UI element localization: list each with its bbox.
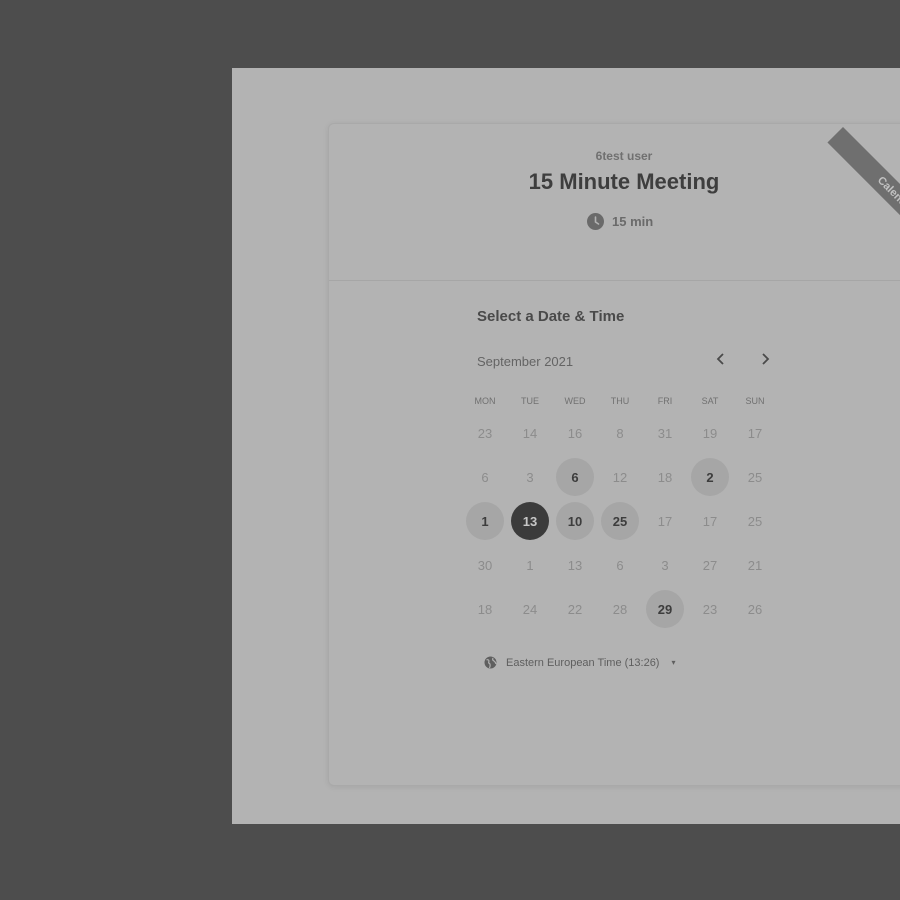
- calendar-day: 18: [657, 469, 673, 485]
- calendar-day: 17: [657, 513, 673, 529]
- calendar-day: 19: [702, 425, 718, 441]
- calendar-day: 31: [657, 425, 673, 441]
- calendar-day: 17: [702, 513, 718, 529]
- event-title: 15 Minute Meeting: [528, 169, 720, 194]
- timezone-selector[interactable]: Eastern European Time (13:26) ▾: [484, 656, 676, 669]
- timezone-label: Eastern European Time (13:26): [506, 656, 660, 669]
- event-duration: 15 min: [587, 213, 653, 230]
- chevron-left-icon: [716, 352, 726, 370]
- clock-icon: [587, 213, 604, 230]
- calendar-day: 21: [747, 557, 763, 573]
- duration-label: 15 min: [612, 214, 654, 229]
- calendar-day: 23: [702, 601, 718, 617]
- calendar-day-available[interactable]: 1: [466, 502, 504, 540]
- weekday-fri: FRI: [657, 396, 673, 406]
- calendar-day: 25: [747, 469, 763, 485]
- calendar-day: 3: [526, 469, 534, 485]
- weekday-thu: THU: [610, 396, 630, 406]
- calendar-day: 13: [567, 557, 583, 573]
- select-date-heading: Select a Date & Time: [477, 308, 625, 325]
- calendar-day-available[interactable]: 25: [601, 502, 639, 540]
- event-header: 6test user 15 Minute Meeting 15 min Cale…: [329, 124, 900, 281]
- next-month-button[interactable]: [755, 351, 775, 371]
- weekday-sun: SUN: [745, 396, 765, 406]
- caret-down-icon: ▾: [671, 658, 676, 667]
- previous-month-button[interactable]: [711, 351, 731, 371]
- organizer-name: 6test user: [595, 149, 653, 163]
- calendar-day: 14: [522, 425, 538, 441]
- calendar-day-available[interactable]: 6: [556, 458, 594, 496]
- calendar-day: 16: [567, 425, 583, 441]
- calendar-day: 28: [612, 601, 628, 617]
- calendar-day: 23: [477, 425, 493, 441]
- calendar-day: 8: [616, 425, 624, 441]
- weekday-wed: WED: [564, 396, 586, 406]
- calendar-day: 26: [747, 601, 763, 617]
- calendar-day: 25: [747, 513, 763, 529]
- weekday-sat: SAT: [701, 396, 719, 406]
- calendar-day-available[interactable]: 10: [556, 502, 594, 540]
- calendar-day: 22: [567, 601, 583, 617]
- calendar-day: 1: [526, 557, 534, 573]
- calendar-day-available[interactable]: 29: [646, 590, 684, 628]
- calendar-day: 30: [477, 557, 493, 573]
- calendar-day: 6: [481, 469, 489, 485]
- globe-icon: [484, 656, 497, 669]
- weekday-mon: MON: [474, 396, 496, 406]
- calendar-day: 18: [477, 601, 493, 617]
- calendar-day: 6: [616, 557, 624, 573]
- booking-card: 6test user 15 Minute Meeting 15 min Cale…: [328, 123, 900, 786]
- scheduling-panel: 6test user 15 Minute Meeting 15 min Cale…: [232, 68, 900, 824]
- calendar-day-selected[interactable]: 13: [511, 502, 549, 540]
- chevron-right-icon: [760, 352, 770, 370]
- month-label: September 2021: [477, 354, 574, 369]
- calendar-day-available[interactable]: 2: [691, 458, 729, 496]
- calendar-day: 12: [612, 469, 628, 485]
- calendar-day: 27: [702, 557, 718, 573]
- calendar-day: 24: [522, 601, 538, 617]
- weekday-tue: TUE: [521, 396, 539, 406]
- calendar-day: 3: [661, 557, 669, 573]
- calendar-day: 17: [747, 425, 763, 441]
